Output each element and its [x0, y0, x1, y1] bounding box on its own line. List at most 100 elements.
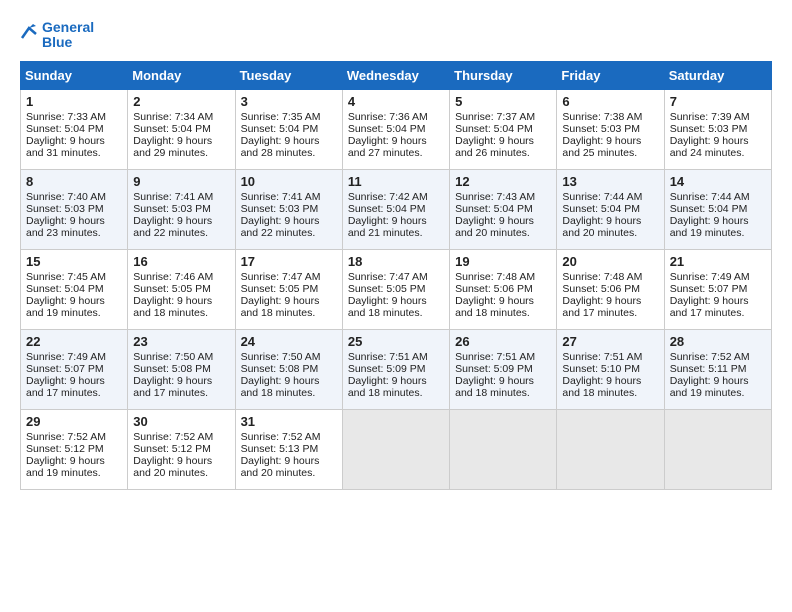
calendar-cell: 4 Sunrise: 7:36 AM Sunset: 5:04 PM Dayli…	[342, 89, 449, 169]
day-number: 28	[670, 334, 766, 349]
calendar-table: SundayMondayTuesdayWednesdayThursdayFrid…	[20, 61, 772, 490]
day-number: 1	[26, 94, 122, 109]
daylight: Daylight: 9 hours and 18 minutes.	[455, 295, 534, 319]
daylight: Daylight: 9 hours and 18 minutes.	[455, 375, 534, 399]
week-row-4: 22 Sunrise: 7:49 AM Sunset: 5:07 PM Dayl…	[21, 329, 772, 409]
day-number: 15	[26, 254, 122, 269]
sunrise: Sunrise: 7:52 AM	[670, 351, 750, 363]
daylight: Daylight: 9 hours and 18 minutes.	[241, 375, 320, 399]
weekday-header-tuesday: Tuesday	[235, 61, 342, 89]
daylight: Daylight: 9 hours and 25 minutes.	[562, 135, 641, 159]
sunrise: Sunrise: 7:48 AM	[562, 271, 642, 283]
week-row-2: 8 Sunrise: 7:40 AM Sunset: 5:03 PM Dayli…	[21, 169, 772, 249]
sunrise: Sunrise: 7:41 AM	[133, 191, 213, 203]
day-number: 18	[348, 254, 444, 269]
daylight: Daylight: 9 hours and 20 minutes.	[241, 455, 320, 479]
daylight: Daylight: 9 hours and 19 minutes.	[670, 375, 749, 399]
daylight: Daylight: 9 hours and 22 minutes.	[241, 215, 320, 239]
sunset: Sunset: 5:09 PM	[348, 363, 426, 375]
day-number: 27	[562, 334, 658, 349]
day-number: 4	[348, 94, 444, 109]
daylight: Daylight: 9 hours and 20 minutes.	[455, 215, 534, 239]
calendar-cell: 7 Sunrise: 7:39 AM Sunset: 5:03 PM Dayli…	[664, 89, 771, 169]
sunrise: Sunrise: 7:38 AM	[562, 111, 642, 123]
day-number: 3	[241, 94, 337, 109]
daylight: Daylight: 9 hours and 18 minutes.	[133, 295, 212, 319]
day-number: 16	[133, 254, 229, 269]
daylight: Daylight: 9 hours and 20 minutes.	[133, 455, 212, 479]
daylight: Daylight: 9 hours and 19 minutes.	[26, 455, 105, 479]
sunrise: Sunrise: 7:49 AM	[26, 351, 106, 363]
sunrise: Sunrise: 7:39 AM	[670, 111, 750, 123]
calendar-cell: 17 Sunrise: 7:47 AM Sunset: 5:05 PM Dayl…	[235, 249, 342, 329]
sunrise: Sunrise: 7:52 AM	[133, 431, 213, 443]
calendar-cell: 26 Sunrise: 7:51 AM Sunset: 5:09 PM Dayl…	[450, 329, 557, 409]
weekday-header-monday: Monday	[128, 61, 235, 89]
sunset: Sunset: 5:06 PM	[455, 283, 533, 295]
calendar-cell: 11 Sunrise: 7:42 AM Sunset: 5:04 PM Dayl…	[342, 169, 449, 249]
sunset: Sunset: 5:07 PM	[26, 363, 104, 375]
sunrise: Sunrise: 7:35 AM	[241, 111, 321, 123]
calendar-cell: 28 Sunrise: 7:52 AM Sunset: 5:11 PM Dayl…	[664, 329, 771, 409]
daylight: Daylight: 9 hours and 24 minutes.	[670, 135, 749, 159]
day-number: 13	[562, 174, 658, 189]
sunset: Sunset: 5:04 PM	[670, 203, 748, 215]
calendar-cell: 18 Sunrise: 7:47 AM Sunset: 5:05 PM Dayl…	[342, 249, 449, 329]
day-number: 17	[241, 254, 337, 269]
day-number: 26	[455, 334, 551, 349]
day-number: 25	[348, 334, 444, 349]
logo-text-line2: Blue	[42, 35, 94, 50]
calendar-cell: 6 Sunrise: 7:38 AM Sunset: 5:03 PM Dayli…	[557, 89, 664, 169]
weekday-header-thursday: Thursday	[450, 61, 557, 89]
sunset: Sunset: 5:05 PM	[241, 283, 319, 295]
sunset: Sunset: 5:05 PM	[348, 283, 426, 295]
calendar-cell: 13 Sunrise: 7:44 AM Sunset: 5:04 PM Dayl…	[557, 169, 664, 249]
daylight: Daylight: 9 hours and 29 minutes.	[133, 135, 212, 159]
logo-text-line1: General	[42, 20, 94, 35]
day-number: 7	[670, 94, 766, 109]
calendar-cell: 10 Sunrise: 7:41 AM Sunset: 5:03 PM Dayl…	[235, 169, 342, 249]
sunset: Sunset: 5:12 PM	[133, 443, 211, 455]
day-number: 8	[26, 174, 122, 189]
calendar-cell: 15 Sunrise: 7:45 AM Sunset: 5:04 PM Dayl…	[21, 249, 128, 329]
day-number: 23	[133, 334, 229, 349]
sunrise: Sunrise: 7:40 AM	[26, 191, 106, 203]
daylight: Daylight: 9 hours and 27 minutes.	[348, 135, 427, 159]
day-number: 12	[455, 174, 551, 189]
day-number: 31	[241, 414, 337, 429]
daylight: Daylight: 9 hours and 22 minutes.	[133, 215, 212, 239]
calendar-cell: 21 Sunrise: 7:49 AM Sunset: 5:07 PM Dayl…	[664, 249, 771, 329]
weekday-header-friday: Friday	[557, 61, 664, 89]
day-number: 10	[241, 174, 337, 189]
daylight: Daylight: 9 hours and 18 minutes.	[241, 295, 320, 319]
daylight: Daylight: 9 hours and 26 minutes.	[455, 135, 534, 159]
weekday-header-wednesday: Wednesday	[342, 61, 449, 89]
week-row-1: 1 Sunrise: 7:33 AM Sunset: 5:04 PM Dayli…	[21, 89, 772, 169]
sunset: Sunset: 5:03 PM	[26, 203, 104, 215]
calendar-cell: 8 Sunrise: 7:40 AM Sunset: 5:03 PM Dayli…	[21, 169, 128, 249]
sunset: Sunset: 5:09 PM	[455, 363, 533, 375]
sunrise: Sunrise: 7:46 AM	[133, 271, 213, 283]
day-number: 30	[133, 414, 229, 429]
day-number: 29	[26, 414, 122, 429]
sunrise: Sunrise: 7:34 AM	[133, 111, 213, 123]
page-header: General Blue	[20, 20, 772, 51]
sunset: Sunset: 5:08 PM	[133, 363, 211, 375]
calendar-cell: 25 Sunrise: 7:51 AM Sunset: 5:09 PM Dayl…	[342, 329, 449, 409]
calendar-cell	[342, 409, 449, 489]
sunrise: Sunrise: 7:47 AM	[348, 271, 428, 283]
daylight: Daylight: 9 hours and 19 minutes.	[26, 295, 105, 319]
calendar-cell: 22 Sunrise: 7:49 AM Sunset: 5:07 PM Dayl…	[21, 329, 128, 409]
sunset: Sunset: 5:03 PM	[562, 123, 640, 135]
daylight: Daylight: 9 hours and 18 minutes.	[348, 295, 427, 319]
daylight: Daylight: 9 hours and 18 minutes.	[562, 375, 641, 399]
weekday-header-saturday: Saturday	[664, 61, 771, 89]
calendar-cell: 1 Sunrise: 7:33 AM Sunset: 5:04 PM Dayli…	[21, 89, 128, 169]
sunrise: Sunrise: 7:50 AM	[241, 351, 321, 363]
sunset: Sunset: 5:11 PM	[670, 363, 747, 375]
calendar-cell: 9 Sunrise: 7:41 AM Sunset: 5:03 PM Dayli…	[128, 169, 235, 249]
sunset: Sunset: 5:04 PM	[26, 123, 104, 135]
sunrise: Sunrise: 7:45 AM	[26, 271, 106, 283]
sunset: Sunset: 5:12 PM	[26, 443, 104, 455]
calendar-cell	[557, 409, 664, 489]
